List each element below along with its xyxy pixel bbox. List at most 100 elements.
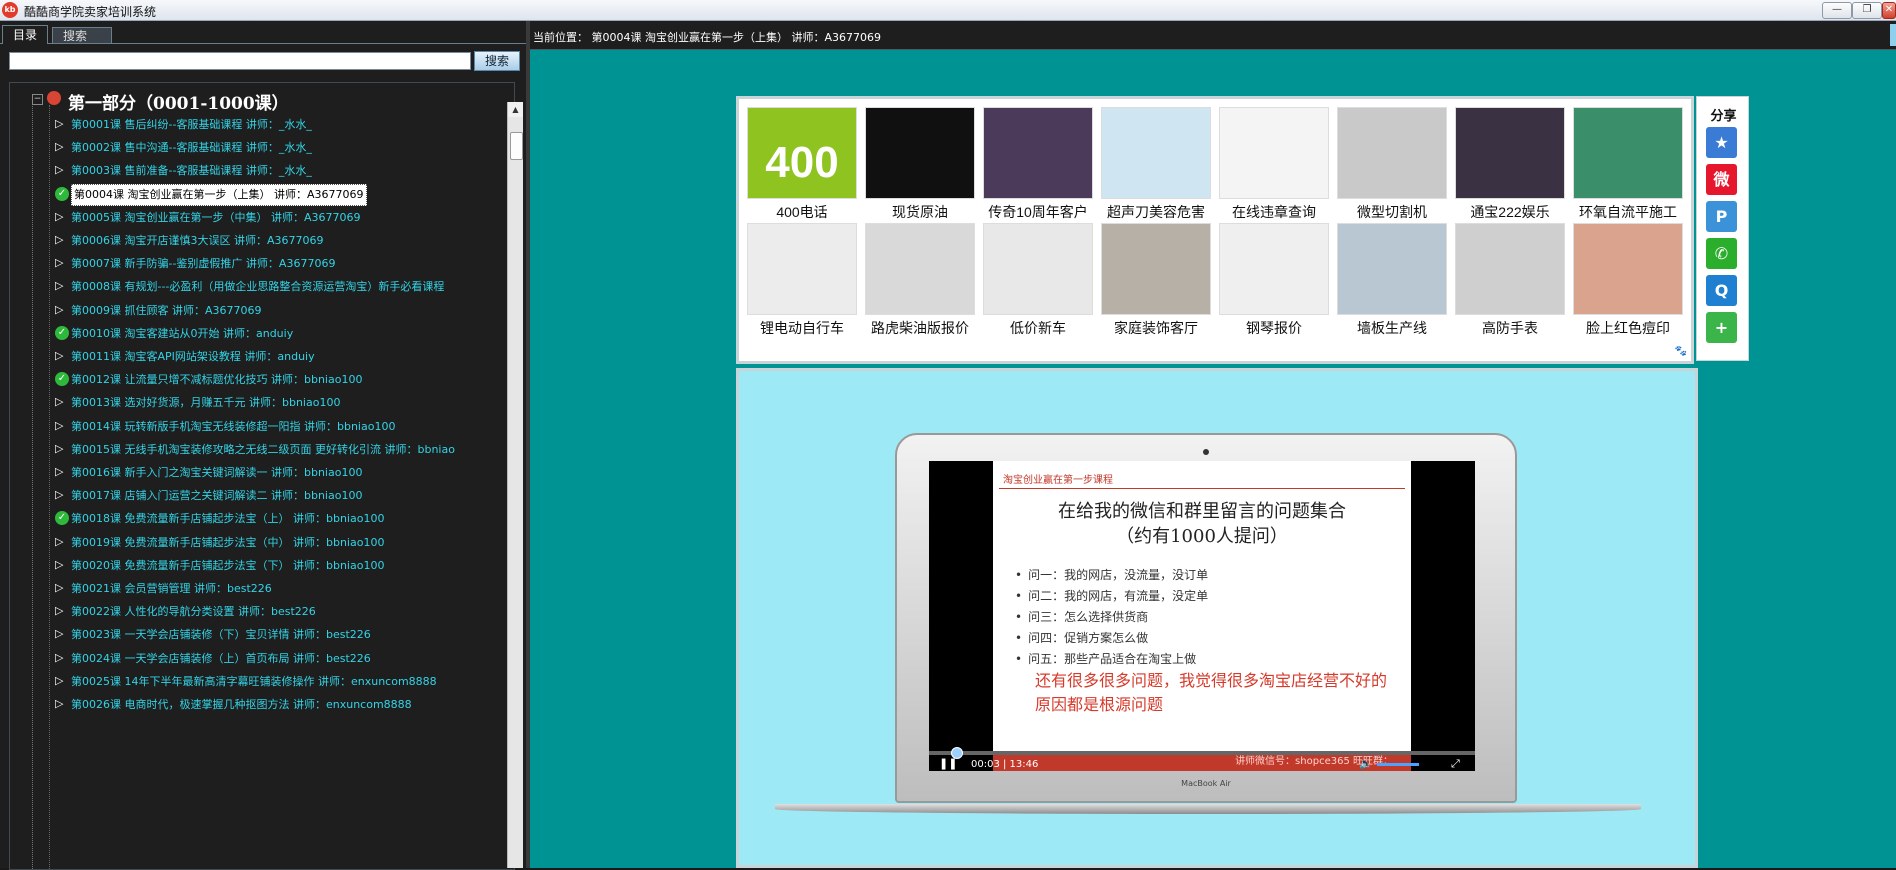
ad-label[interactable]: 高防手表	[1449, 318, 1571, 338]
lesson-item[interactable]: ▷ 第0019课 免费流量新手店铺起步法宝（中） 讲师：bbniao100	[55, 532, 514, 552]
ad-item[interactable]: 在线违章查询	[1219, 107, 1329, 223]
qq-icon[interactable]: Q	[1706, 275, 1737, 306]
ad-thumbnail[interactable]	[1101, 223, 1211, 315]
ad-thumbnail[interactable]	[1573, 223, 1683, 315]
scroll-thumb[interactable]	[510, 132, 523, 160]
scroll-up-icon[interactable]: ▲	[508, 102, 523, 117]
ad-item[interactable]: 超声刀美容危害	[1101, 107, 1211, 223]
ad-item[interactable]: 高防手表	[1455, 223, 1565, 339]
wechat-icon[interactable]: ✆	[1706, 238, 1737, 269]
video-player[interactable]: 淘宝创业赢在第一步课程 在给我的微信和群里留言的问题集合 （约有1000人提问）…	[929, 461, 1475, 771]
lesson-item[interactable]: ▷ 第0015课 无线手机淘宝装修攻略之无线二级页面 更好转化引流 讲师：bbni…	[55, 439, 514, 459]
ad-label[interactable]: 低价新车	[977, 318, 1099, 338]
ad-thumbnail[interactable]	[1455, 223, 1565, 315]
tab-catalog[interactable]: 目录	[2, 25, 49, 44]
ad-thumbnail[interactable]	[1337, 107, 1447, 199]
ad-label[interactable]: 在线违章查询	[1213, 202, 1335, 222]
ad-thumbnail[interactable]	[1219, 223, 1329, 315]
ad-item[interactable]: 锂电动自行车	[747, 223, 857, 339]
lesson-item[interactable]: ▷ 第0016课 新手入门之淘宝关键词解读一 讲师：bbniao100	[55, 462, 514, 482]
volume-slider[interactable]	[1377, 763, 1419, 766]
ad-label[interactable]: 脸上红色痘印	[1567, 318, 1689, 338]
maximize-button[interactable]: ❐	[1852, 2, 1882, 19]
search-input[interactable]	[9, 52, 471, 70]
lesson-item[interactable]: ▷ 第0025课 14年下半年最新高清字幕旺铺装修操作 讲师：enxuncom88…	[55, 671, 514, 691]
pause-icon[interactable]: ❚❚	[939, 757, 957, 770]
ad-item[interactable]: 400 400电话	[747, 107, 857, 223]
more-share-icon[interactable]: +	[1706, 312, 1737, 343]
ad-thumbnail[interactable]	[747, 223, 857, 315]
lesson-item[interactable]: ✓ 第0010课 淘宝客建站从0开始 讲师：anduiy	[55, 323, 514, 343]
search-button[interactable]: 搜索	[474, 51, 520, 71]
ad-item[interactable]: 钢琴报价	[1219, 223, 1329, 339]
lesson-item[interactable]: ▷ 第0011课 淘宝客API网站架设教程 讲师：anduiy	[55, 346, 514, 366]
ad-thumbnail[interactable]	[1219, 107, 1329, 199]
lesson-item[interactable]: ▷ 第0003课 售前准备--客服基础课程 讲师：_水水_	[55, 160, 514, 180]
ad-thumbnail[interactable]	[983, 107, 1093, 199]
lesson-item[interactable]: ▷ 第0006课 淘宝开店谨慎3大误区 讲师：A3677069	[55, 230, 514, 250]
volume-icon[interactable]: 🔈	[1359, 757, 1373, 770]
lesson-item[interactable]: ✓ 第0004课 淘宝创业赢在第一步（上集） 讲师：A3677069	[55, 183, 514, 206]
ad-thumbnail[interactable]	[1573, 107, 1683, 199]
ad-label[interactable]: 墙板生产线	[1331, 318, 1453, 338]
lesson-item[interactable]: ▷ 第0008课 有规划---必盈利（用做企业思路整合资源运营淘宝）新手必看课程	[55, 276, 514, 296]
lesson-item[interactable]: ▷ 第0026课 电商时代，极速掌握几种抠图方法 讲师：enxuncom8888	[55, 694, 514, 714]
ad-label[interactable]: 锂电动自行车	[741, 318, 863, 338]
tab-bar: 目录 搜索	[0, 23, 526, 44]
tab-search[interactable]: 搜索	[52, 27, 112, 44]
pinterest-like-icon[interactable]: P	[1706, 201, 1737, 232]
ad-label[interactable]: 路虎柴油版报价	[859, 318, 981, 338]
ad-item[interactable]: 传奇10周年客户	[983, 107, 1093, 223]
lesson-item[interactable]: ▷ 第0022课 人性化的导航分类设置 讲师：best226	[55, 601, 514, 621]
ad-item[interactable]: 路虎柴油版报价	[865, 223, 975, 339]
lesson-item[interactable]: ▷ 第0023课 一天学会店铺装修（下）宝贝详情 讲师：best226	[55, 624, 514, 644]
collapse-icon[interactable]: −	[32, 94, 43, 105]
ad-label[interactable]: 400电话	[741, 202, 863, 222]
ad-thumbnail[interactable]	[865, 107, 975, 199]
ad-thumbnail[interactable]: 400	[747, 107, 857, 199]
ad-label[interactable]: 现货原油	[859, 202, 981, 222]
ad-label[interactable]: 微型切割机	[1331, 202, 1453, 222]
ad-label[interactable]: 家庭装饰客厅	[1095, 318, 1217, 338]
minimize-button[interactable]: —	[1822, 2, 1852, 19]
close-button[interactable]: ✕	[1882, 2, 1896, 19]
ad-item[interactable]: 墙板生产线	[1337, 223, 1447, 339]
lesson-item[interactable]: ▷ 第0001课 售后纠纷--客服基础课程 讲师：_水水_	[55, 114, 514, 134]
lesson-item[interactable]: ▷ 第0014课 玩转新版手机淘宝无线装修超一阳指 讲师：bbniao100	[55, 416, 514, 436]
ad-item[interactable]: 低价新车	[983, 223, 1093, 339]
share-title: 分享	[1710, 109, 1737, 124]
ad-item[interactable]: 脸上红色痘印	[1573, 223, 1683, 339]
ad-item[interactable]: 家庭装饰客厅	[1101, 223, 1211, 339]
star-share-icon[interactable]: ★	[1706, 127, 1737, 158]
video-progress-bar[interactable]	[929, 747, 1475, 759]
ad-thumbnail[interactable]	[1337, 223, 1447, 315]
ad-thumbnail[interactable]	[865, 223, 975, 315]
ad-thumbnail[interactable]	[1101, 107, 1211, 199]
lesson-item[interactable]: ▷ 第0020课 免费流量新手店铺起步法宝（下） 讲师：bbniao100	[55, 555, 514, 575]
lesson-item[interactable]: ✓ 第0012课 让流量只增不减标题优化技巧 讲师：bbniao100	[55, 369, 514, 389]
lesson-item[interactable]: ✓ 第0018课 免费流量新手店铺起步法宝（上） 讲师：bbniao100	[55, 508, 514, 528]
lesson-item[interactable]: ▷ 第0002课 售中沟通--客服基础课程 讲师：_水水_	[55, 137, 514, 157]
lesson-item[interactable]: ▷ 第0005课 淘宝创业赢在第一步（中集） 讲师：A3677069	[55, 207, 514, 227]
ad-thumbnail[interactable]	[1455, 107, 1565, 199]
ad-item[interactable]: 通宝222娱乐	[1455, 107, 1565, 223]
weibo-icon[interactable]: 微	[1706, 164, 1737, 195]
ad-label[interactable]: 传奇10周年客户	[977, 202, 1099, 222]
lesson-item[interactable]: ▷ 第0013课 选对好货源，月赚五千元 讲师：bbniao100	[55, 392, 514, 412]
fullscreen-icon[interactable]: ⤢	[1451, 757, 1460, 771]
ad-item[interactable]: 环氧自流平施工	[1573, 107, 1683, 223]
ad-label[interactable]: 环氧自流平施工	[1567, 202, 1689, 222]
ad-label[interactable]: 超声刀美容危害	[1095, 202, 1217, 222]
lesson-item[interactable]: ▷ 第0024课 一天学会店铺装修（上）首页布局 讲师：best226	[55, 648, 514, 668]
tree-scrollbar[interactable]: ▲	[507, 102, 523, 868]
lesson-item[interactable]: ▷ 第0017课 店铺入门运营之关键词解读二 讲师：bbniao100	[55, 485, 514, 505]
lesson-tree[interactable]: − 第一部分（0001-1000课） ▷ 第0001课 售后纠纷--客服基础课程 …	[9, 82, 515, 870]
ad-item[interactable]: 微型切割机	[1337, 107, 1447, 223]
lesson-item[interactable]: ▷ 第0021课 会员营销管理 讲师：best226	[55, 578, 514, 598]
ad-thumbnail[interactable]	[983, 223, 1093, 315]
lesson-item[interactable]: ▷ 第0009课 抓住顾客 讲师：A3677069	[55, 300, 514, 320]
ad-label[interactable]: 通宝222娱乐	[1449, 202, 1571, 222]
ad-item[interactable]: 现货原油	[865, 107, 975, 223]
ad-label[interactable]: 钢琴报价	[1213, 318, 1335, 338]
lesson-item[interactable]: ▷ 第0007课 新手防骗--鉴别虚假推广 讲师：A3677069	[55, 253, 514, 273]
